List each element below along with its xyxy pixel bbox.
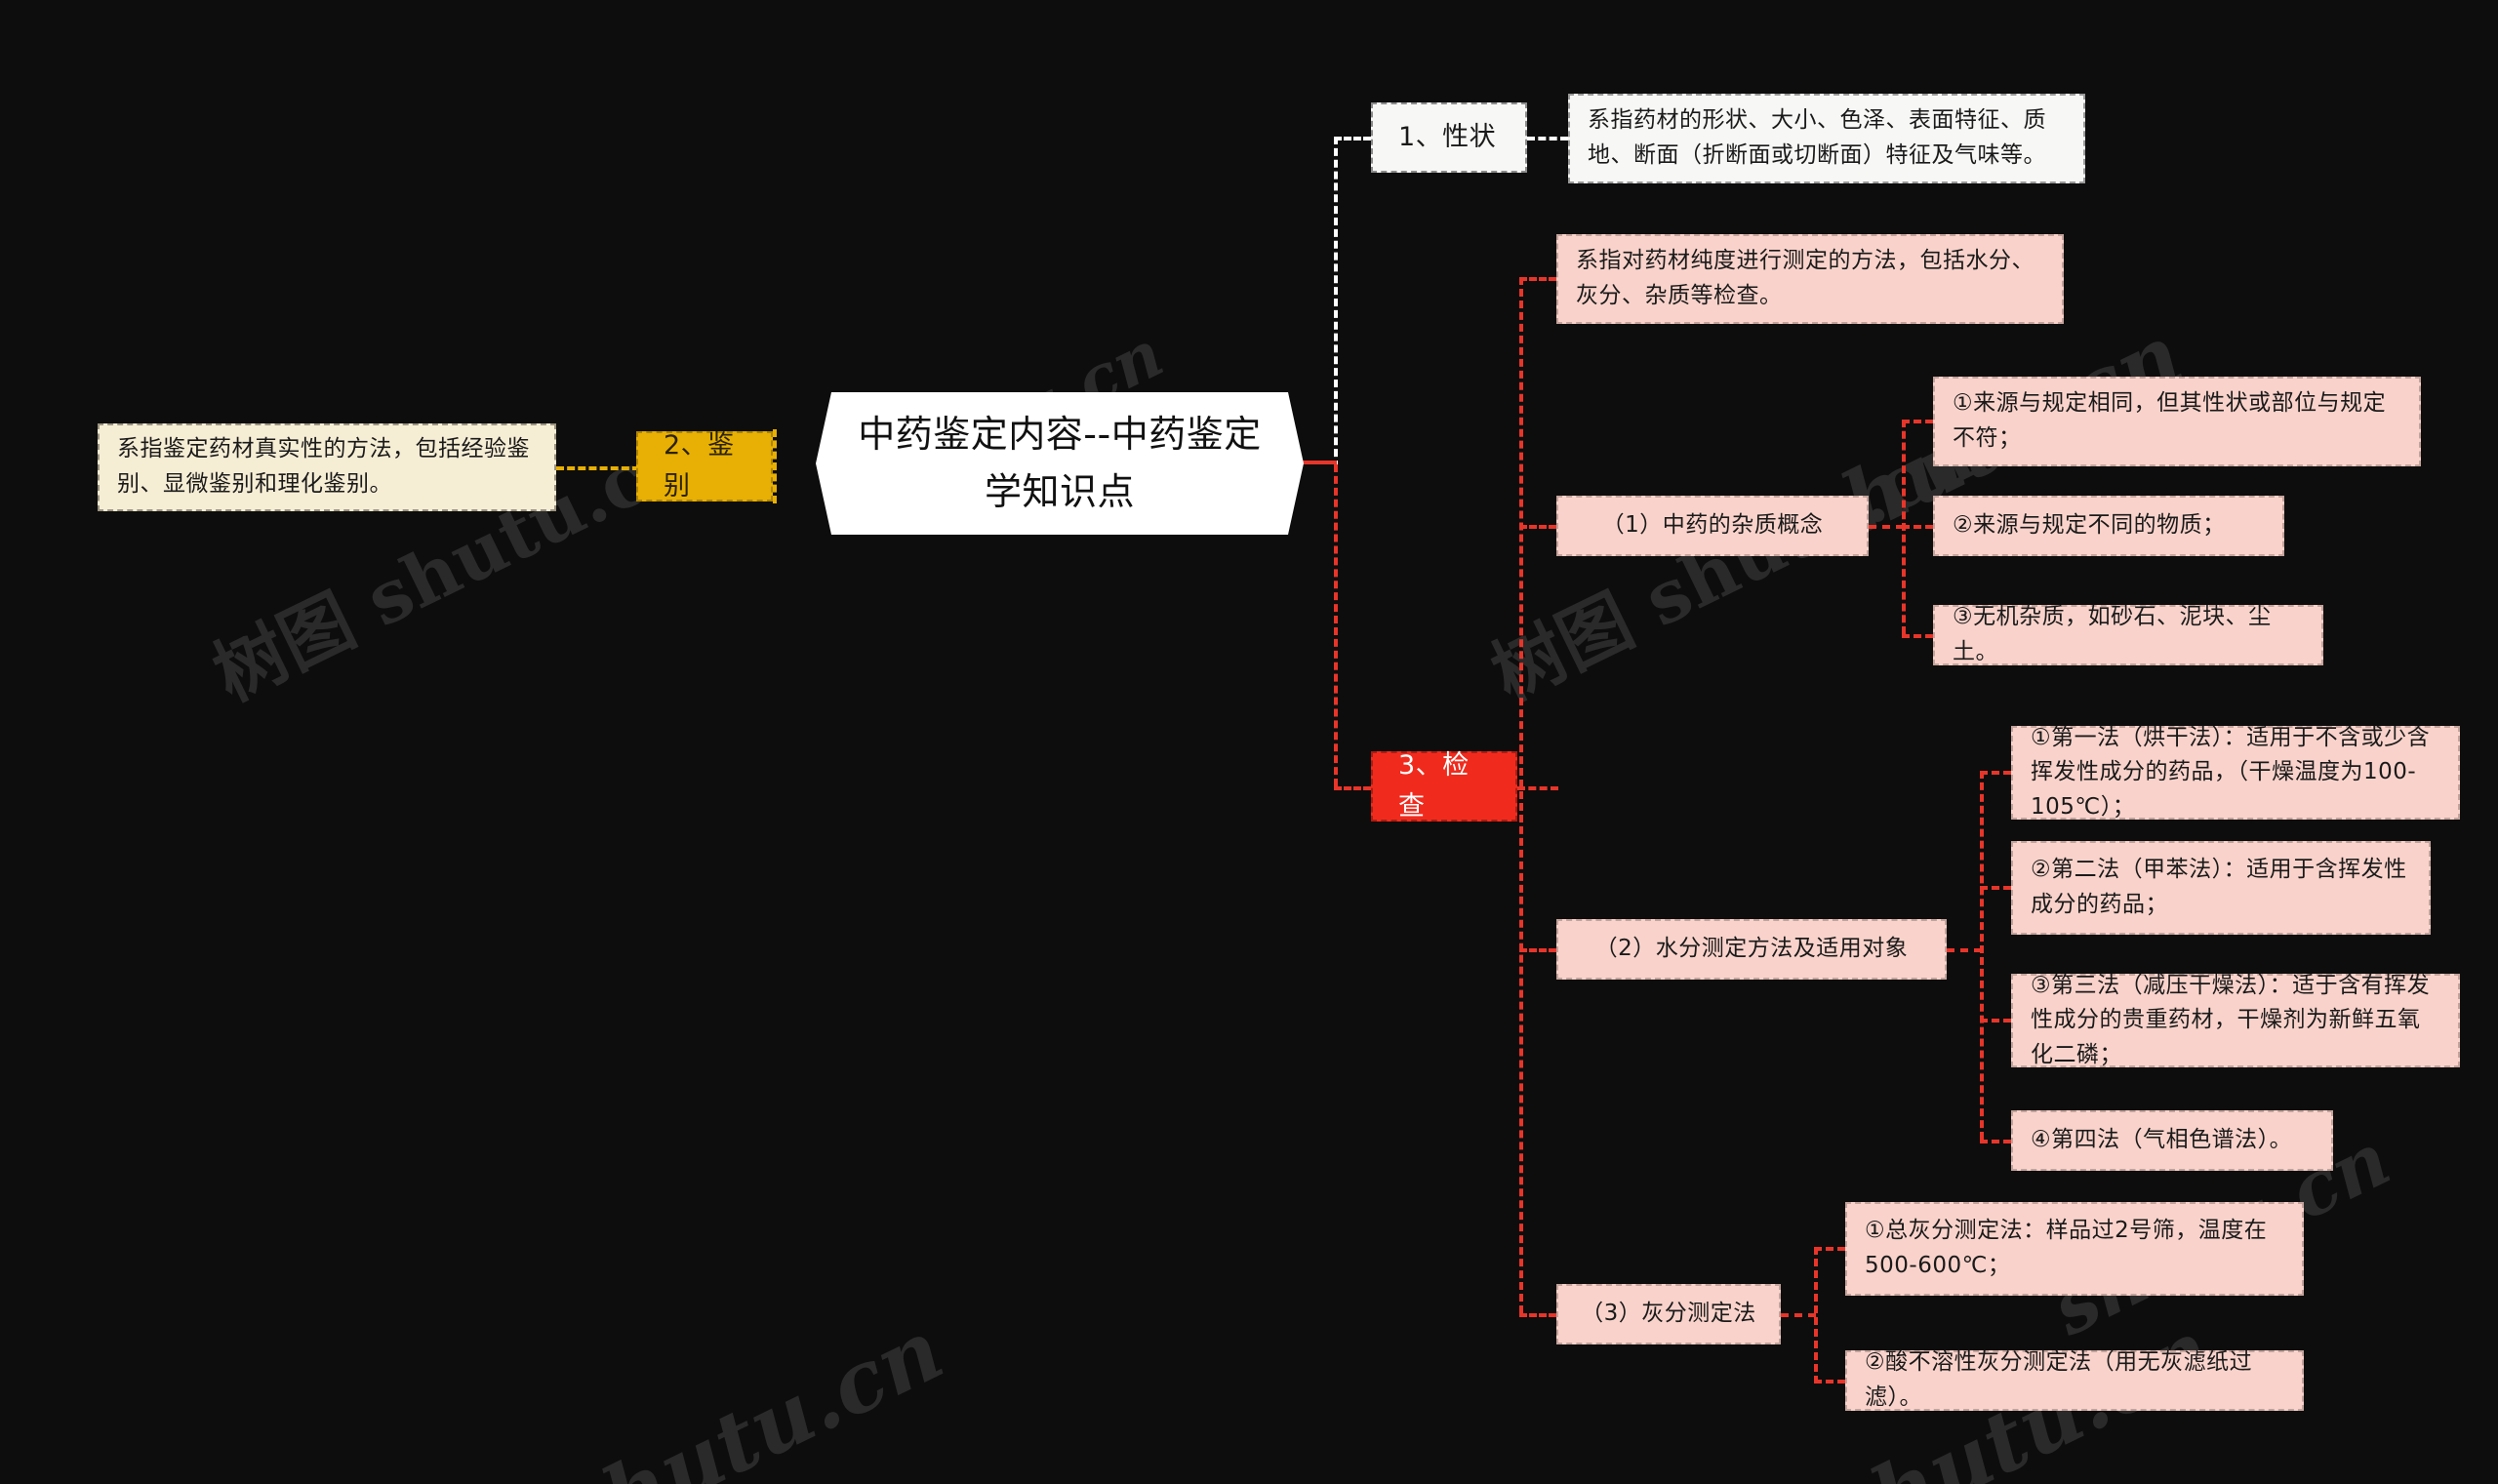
connector-group1-item	[1902, 420, 1933, 423]
inspection-group-item-text: ③第三法（减压干燥法）：适于含有挥发性成分的贵重药材，干燥剂为新鲜五氧化二磷；	[2031, 972, 2431, 1067]
inspection-group-item[interactable]: ②来源与规定不同的物质；	[1933, 496, 2284, 556]
inspection-group-item[interactable]: ③无机杂质，如砂石、泥块、尘土。	[1933, 604, 2323, 665]
connector-group2-to-spine	[1947, 948, 1982, 952]
inspection-group-item[interactable]: ③第三法（减压干燥法）：适于含有挥发性成分的贵重药材，干燥剂为新鲜五氧化二磷；	[2011, 973, 2460, 1067]
connector-to-inspection	[1334, 786, 1371, 790]
connector-group3-item	[1814, 1380, 1845, 1384]
inspection-group-item[interactable]: ①第一法（烘干法）：适用于不含或少含挥发性成分的药品，（干燥温度为100-105…	[2011, 725, 2460, 820]
inspection-group-label[interactable]: （1）中药的杂质概念	[1556, 496, 1869, 556]
root-label: 中药鉴定内容--中药鉴定学知识点	[858, 413, 1262, 513]
inspection-group-item[interactable]: ②第二法（甲苯法）：适用于含挥发性成分的药品；	[2011, 841, 2431, 935]
inspection-spine	[1519, 277, 1523, 1313]
inspection-group-item-text: ②酸不溶性灰分测定法（用无灰滤纸过滤）。	[1865, 1349, 2253, 1410]
group2-spine	[1980, 771, 1984, 1140]
inspection-group-item[interactable]: ①来源与规定相同，但其性状或部位与规定不符；	[1933, 377, 2421, 466]
branch-identification-detail[interactable]: 系指鉴定药材真实性的方法，包括经验鉴别、显微鉴别和理化鉴别。	[98, 423, 556, 511]
branch-identification-detail-text: 系指鉴定药材真实性的方法，包括经验鉴别、显微鉴别和理化鉴别。	[117, 436, 530, 497]
connector-group1-item	[1902, 525, 1933, 529]
connector-identification-to-detail	[556, 466, 640, 470]
connector-spine-to-group1	[1519, 525, 1556, 529]
inspection-group-item-text: ①来源与规定相同，但其性状或部位与规定不符；	[1953, 390, 2387, 451]
inspection-group-item-text: ②来源与规定不同的物质；	[1953, 512, 2226, 539]
branch-identification-node[interactable]: 2、鉴别	[636, 430, 773, 501]
inspection-group-label-text: （1）中药的杂质概念	[1601, 512, 1824, 539]
connector-spine-to-group2	[1519, 948, 1556, 952]
connector-shape-to-detail	[1527, 137, 1568, 140]
inspection-group-item[interactable]: ②酸不溶性灰分测定法（用无灰滤纸过滤）。	[1845, 1349, 2304, 1411]
inspection-group-label[interactable]: （2）水分测定方法及适用对象	[1556, 919, 1947, 980]
connector-group3-item	[1814, 1247, 1845, 1251]
connector-spine-to-group3	[1519, 1313, 1556, 1317]
inspection-group-item-text: ③无机杂质，如砂石、泥块、尘土。	[1953, 604, 2272, 664]
branch-inspection-detail-text: 系指对药材纯度进行测定的方法，包括水分、灰分、杂质等检查。	[1576, 248, 2035, 308]
watermark: 树图 shutu.cn	[1479, 413, 1987, 718]
mindmap-canvas: 树图 shutu.cn 树图 shutu.cn shutu.cn shutu.c…	[0, 0, 2498, 1484]
connector-group2-item	[1980, 886, 2011, 890]
root-node[interactable]: 中药鉴定内容--中药鉴定学知识点	[816, 392, 1304, 535]
inspection-group-item-text: ④第四法（气相色谱法）。	[2031, 1127, 2293, 1153]
branch-shape-detail[interactable]: 系指药材的形状、大小、色泽、表面特征、质地、断面（折断面或切断面）特征及气味等。	[1568, 94, 2085, 183]
connector-group1-item	[1902, 634, 1933, 638]
inspection-group-item-text: ①第一法（烘干法）：适用于不含或少含挥发性成分的药品，（干燥温度为100-105…	[2031, 724, 2431, 820]
branch-shape-detail-text: 系指药材的形状、大小、色泽、表面特征、质地、断面（折断面或切断面）特征及气味等。	[1588, 107, 2046, 168]
connector-to-shape	[1334, 137, 1371, 140]
branch-inspection-node[interactable]: 3、检查	[1371, 750, 1517, 822]
branch-inspection-detail[interactable]: 系指对药材纯度进行测定的方法，包括水分、灰分、杂质等检查。	[1556, 234, 2064, 324]
connector-group3-to-spine	[1781, 1313, 1816, 1317]
connector-spine-to-inspection-detail	[1519, 277, 1556, 281]
branch-shape-node[interactable]: 1、性状	[1371, 102, 1527, 173]
group3-spine	[1814, 1247, 1818, 1384]
inspection-group-label-text: （2）水分测定方法及适用对象	[1594, 936, 1909, 962]
watermark: shutu.cn	[545, 1300, 958, 1484]
connector-inspection-to-spine	[1517, 786, 1558, 790]
root-trunk-stub	[1298, 461, 1337, 464]
connector-group2-item	[1980, 1019, 2011, 1023]
connector-group2-item	[1980, 771, 2011, 775]
inspection-group-item[interactable]: ④第四法（气相色谱法）。	[2011, 1110, 2333, 1171]
inspection-group-item[interactable]: ①总灰分测定法：样品过2号筛，温度在500-600℃；	[1845, 1202, 2304, 1296]
inspection-group-label[interactable]: （3）灰分测定法	[1556, 1284, 1781, 1344]
branch-shape-label: 1、性状	[1398, 122, 1497, 153]
connector-group1-to-spine	[1869, 525, 1904, 529]
trunk-connector-upper	[1334, 137, 1338, 468]
trunk-connector-lower	[1334, 464, 1338, 786]
inspection-group-label-text: （3）灰分测定法	[1581, 1301, 1756, 1327]
inspection-group-item-text: ①总灰分测定法：样品过2号筛，温度在500-600℃；	[1865, 1218, 2268, 1278]
branch-inspection-label: 3、检查	[1398, 750, 1470, 822]
inspection-group-item-text: ②第二法（甲苯法）：适用于含挥发性成分的药品；	[2031, 857, 2407, 917]
connector-group2-item	[1980, 1140, 2011, 1143]
branch-identification-label: 2、鉴别	[664, 430, 735, 501]
